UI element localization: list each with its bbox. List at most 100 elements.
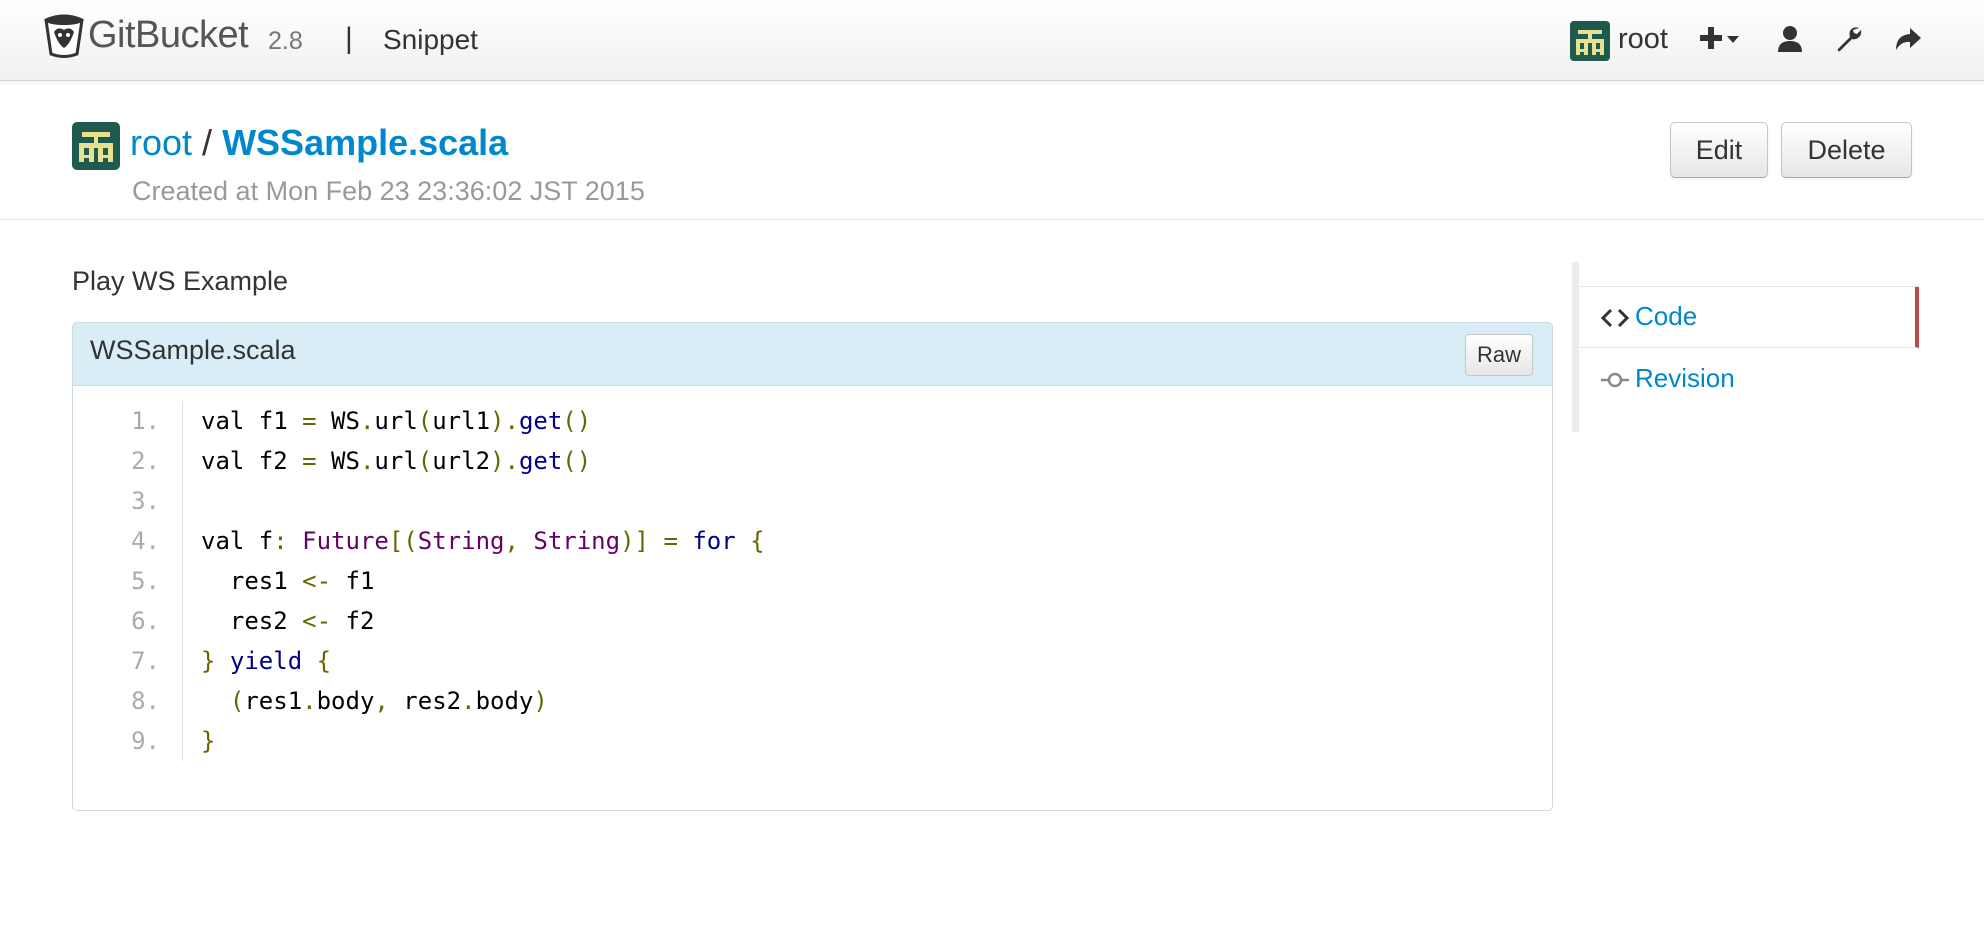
- code-line[interactable]: val f1 = WS.url(url1).get(): [201, 401, 591, 441]
- code-token: WS: [316, 447, 360, 475]
- code-token: val f: [201, 527, 274, 555]
- menu-item-label: Code: [1635, 301, 1698, 331]
- code-line[interactable]: (res1.body, res2.body): [201, 681, 548, 721]
- line-number: 5.: [131, 567, 160, 595]
- menu-top-spacer: [1579, 262, 1919, 287]
- code-token: {: [316, 647, 332, 675]
- code-token: get: [518, 447, 563, 475]
- code-token: val f2: [201, 447, 303, 475]
- code-token: ).: [490, 447, 519, 475]
- line-number: 1.: [131, 407, 160, 435]
- code-token: [(: [388, 527, 418, 555]
- owner-avatar[interactable]: [72, 122, 120, 170]
- code-token: get: [518, 407, 563, 435]
- code-token: WS: [316, 407, 360, 435]
- line-number: 3.: [131, 487, 160, 515]
- code-token: f2: [331, 607, 375, 635]
- user-name[interactable]: root: [1618, 23, 1668, 56]
- code-token: res2: [388, 687, 462, 715]
- code-line[interactable]: }: [201, 721, 215, 761]
- code-token: (: [417, 447, 433, 475]
- code-token: .: [359, 407, 375, 435]
- code-token: {: [750, 527, 765, 555]
- menu-item-code[interactable]: Code: [1579, 287, 1919, 348]
- code-token: .: [302, 687, 317, 715]
- line-number: 6.: [131, 607, 160, 635]
- code-token: String: [533, 527, 621, 555]
- raw-button[interactable]: Raw: [1465, 334, 1533, 376]
- owner-link[interactable]: root: [130, 122, 192, 163]
- code-token: url2: [432, 447, 491, 475]
- file-header: WSSample.scala Raw: [73, 323, 1552, 386]
- code-token: url: [374, 447, 418, 475]
- code-token: )]: [620, 527, 649, 555]
- code-token: (): [562, 407, 592, 435]
- gitbucket-logo-icon[interactable]: [42, 14, 86, 58]
- line-number: 7.: [131, 647, 160, 675]
- code-line[interactable]: } yield {: [201, 641, 331, 681]
- code-token: val f1: [201, 407, 303, 435]
- code-token: String: [417, 527, 505, 555]
- code-line[interactable]: val f2 = WS.url(url2).get(): [201, 441, 591, 481]
- code-token: for: [692, 527, 736, 555]
- code-token: res1: [244, 687, 303, 715]
- git-commit-icon: [1601, 372, 1629, 388]
- snippet-side-menu: Code Revision: [1572, 262, 1919, 432]
- sign-out-icon[interactable]: [1893, 24, 1923, 54]
- code-token: res1: [201, 567, 303, 595]
- plus-dropdown-icon[interactable]: [1698, 24, 1744, 54]
- title-slash: /: [202, 122, 213, 163]
- code-token: .: [461, 687, 476, 715]
- file-name: WSSample.scala: [90, 335, 296, 365]
- code-line[interactable]: res2 <- f2: [201, 601, 375, 641]
- code-token: body: [316, 687, 375, 715]
- code-token: f1: [331, 567, 375, 595]
- nav-section-title[interactable]: Snippet: [383, 24, 478, 56]
- nav-separator: |: [345, 22, 353, 55]
- code-line[interactable]: res1 <- f1: [201, 561, 375, 601]
- code-token: (: [229, 687, 245, 715]
- delete-button[interactable]: Delete: [1781, 122, 1912, 178]
- user-avatar[interactable]: [1570, 21, 1610, 61]
- menu-item-revision[interactable]: Revision: [1579, 349, 1915, 409]
- wrench-icon[interactable]: [1834, 24, 1864, 54]
- code-token: url1: [432, 407, 491, 435]
- snippet-header: root / WSSample.scala Created at Mon Feb 2…: [0, 80, 1984, 220]
- code-token: }: [201, 727, 216, 755]
- snippet-description: Play WS Example: [72, 266, 289, 296]
- user-icon[interactable]: [1775, 24, 1805, 54]
- code-token: ,: [374, 687, 389, 715]
- code-token: =: [302, 447, 317, 475]
- menu-item-label: Revision: [1635, 363, 1735, 393]
- code-token: <-: [302, 607, 332, 635]
- code-token: :: [273, 527, 288, 555]
- snippet-filename-link[interactable]: WSSample.scala: [222, 122, 508, 163]
- line-number: 8.: [131, 687, 160, 715]
- code-line[interactable]: val f: Future[(String, String)] = for {: [201, 521, 765, 561]
- code-token: ).: [490, 407, 519, 435]
- edit-button[interactable]: Edit: [1670, 122, 1768, 178]
- code-token: ): [533, 687, 548, 715]
- brand-name[interactable]: GitBucket: [88, 14, 249, 57]
- code-token: <-: [302, 567, 332, 595]
- file-panel: WSSample.scala Raw 1. 2. 3. 4. 5. 6. 7. 8. 9. va…: [72, 322, 1553, 811]
- code-icon: [1600, 308, 1630, 328]
- page-title: root / WSSample.scala: [130, 122, 508, 164]
- code-token: (: [417, 407, 433, 435]
- code-token: yield: [229, 647, 303, 675]
- code-token: }: [201, 647, 216, 675]
- top-navbar: GitBucket 2.8 | Snippet root: [0, 0, 1984, 81]
- brand-version: 2.8: [268, 27, 303, 55]
- code-token: (): [562, 447, 592, 475]
- line-number: 9.: [131, 727, 160, 755]
- line-numbers: 1. 2. 3. 4. 5. 6. 7. 8. 9.: [73, 401, 183, 761]
- code-token: body: [475, 687, 534, 715]
- line-number: 4.: [131, 527, 160, 555]
